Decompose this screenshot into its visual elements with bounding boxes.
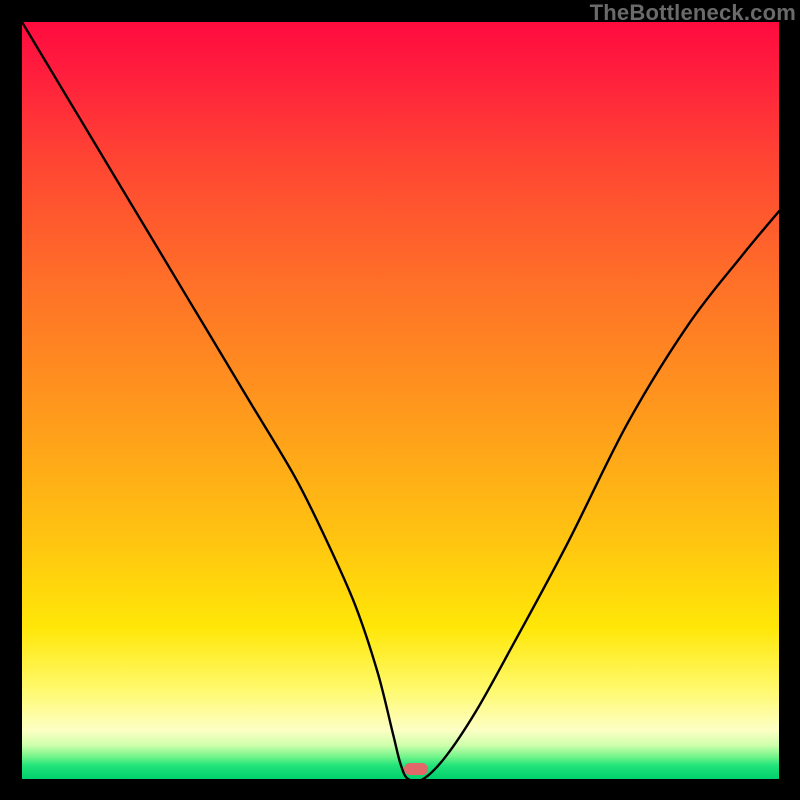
curve-svg	[22, 22, 779, 779]
plot-area	[22, 22, 779, 779]
minimum-marker	[404, 763, 428, 775]
chart-stage: TheBottleneck.com	[0, 0, 800, 800]
bottleneck-curve	[22, 22, 779, 779]
